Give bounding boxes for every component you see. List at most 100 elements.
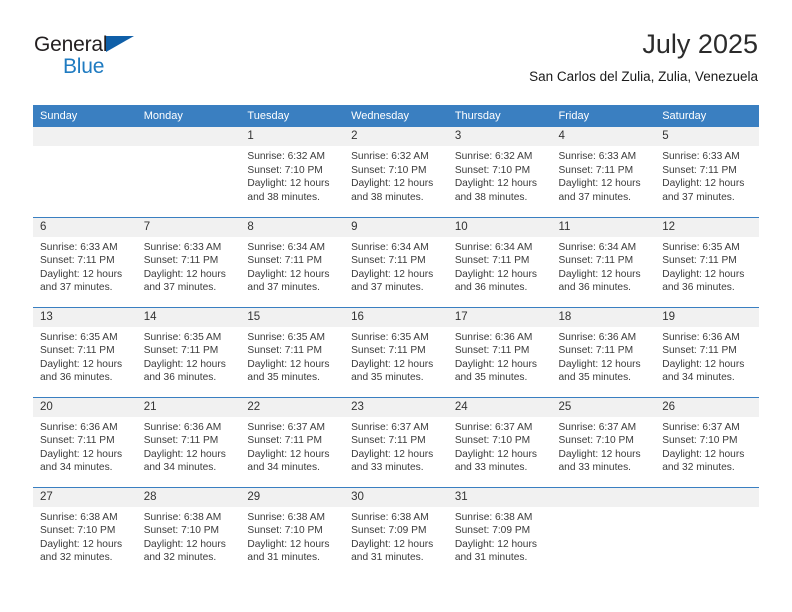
- weekday-header-sunday: Sunday: [33, 105, 137, 127]
- weekday-header-thursday: Thursday: [447, 105, 552, 127]
- day-number: [33, 127, 137, 146]
- day-details: Sunrise: 6:37 AM Sunset: 7:10 PM Daylight:…: [448, 417, 552, 475]
- day-number: 6: [33, 217, 137, 237]
- calendar-day-cell[interactable]: 22 Sunrise: 6:37 AM Sunset: 7:11 PM Dayligh…: [240, 396, 345, 487]
- calendar-day-cell[interactable]: 28 Sunrise: 6:38 AM Sunset: 7:10 PM Dayligh…: [136, 486, 241, 577]
- day-number: 15: [240, 307, 345, 327]
- calendar-day-cell[interactable]: 11 Sunrise: 6:34 AM Sunset: 7:11 PM Dayligh…: [551, 216, 656, 307]
- calendar-day-cell[interactable]: 16 Sunrise: 6:35 AM Sunset: 7:11 PM Dayligh…: [344, 306, 448, 397]
- sunrise-text: Sunrise: 6:33 AM: [558, 151, 637, 162]
- sunrise-text: Sunrise: 6:36 AM: [662, 331, 740, 343]
- calendar-day-cell[interactable]: 6 Sunrise: 6:33 AM Sunset: 7:11 PM Daylight…: [33, 216, 137, 307]
- sunrise-text: Sunrise: 6:35 AM: [351, 331, 429, 343]
- weekday-header-saturday: Saturday: [655, 105, 759, 127]
- calendar-day-cell[interactable]: 3 Sunrise: 6:32 AM Sunset: 7:10 PM Daylight…: [447, 127, 552, 217]
- daylight-text: Daylight: 12 hours and 36 minutes.: [662, 268, 745, 294]
- calendar-day-cell[interactable]: 2 Sunrise: 6:32 AM Sunset: 7:10 PM Daylight…: [344, 127, 448, 217]
- calendar-day-cell-empty: [551, 486, 656, 577]
- daylight-text: Daylight: 12 hours and 31 minutes.: [247, 538, 330, 564]
- sunset-text: Sunset: 7:10 PM: [558, 435, 634, 447]
- calendar-day-cell[interactable]: 25 Sunrise: 6:37 AM Sunset: 7:10 PM Dayligh…: [551, 396, 656, 487]
- daylight-text: Daylight: 12 hours and 31 minutes.: [351, 538, 434, 564]
- calendar-grid: Sunday Monday Tuesday Wednesday Thursday…: [33, 105, 759, 577]
- sunset-text: Sunset: 7:11 PM: [143, 345, 219, 357]
- calendar-day-cell[interactable]: 12 Sunrise: 6:35 AM Sunset: 7:11 PM Dayligh…: [655, 216, 759, 307]
- calendar-day-cell[interactable]: 4 Sunrise: 6:33 AM Sunset: 7:11 PM Daylight…: [551, 127, 656, 217]
- day-number: 25: [551, 397, 656, 417]
- sunrise-text: Sunrise: 6:35 AM: [662, 241, 740, 253]
- daylight-text: Daylight: 12 hours and 33 minutes.: [351, 448, 434, 474]
- page-subtitle: San Carlos del Zulia, Zulia, Venezuela: [529, 69, 758, 84]
- sunset-text: Sunset: 7:11 PM: [454, 345, 530, 357]
- day-number: 28: [136, 487, 241, 507]
- day-details: Sunrise: 6:32 AM Sunset: 7:10 PM Daylight:…: [344, 146, 448, 204]
- sunset-text: Sunset: 7:11 PM: [454, 255, 530, 267]
- day-number: [551, 487, 656, 507]
- general-blue-logo[interactable]: General Blue: [34, 26, 164, 78]
- sunset-text: Sunset: 7:11 PM: [143, 255, 219, 267]
- calendar-day-cell[interactable]: 26 Sunrise: 6:37 AM Sunset: 7:10 PM Dayligh…: [655, 396, 759, 487]
- calendar-day-cell[interactable]: 19 Sunrise: 6:36 AM Sunset: 7:11 PM Dayligh…: [655, 306, 759, 397]
- calendar-day-cell[interactable]: 18 Sunrise: 6:36 AM Sunset: 7:11 PM Dayligh…: [551, 306, 656, 397]
- calendar-day-cell[interactable]: 29 Sunrise: 6:38 AM Sunset: 7:10 PM Dayligh…: [240, 486, 345, 577]
- calendar-week-row: 20 Sunrise: 6:36 AM Sunset: 7:11 PM Dayligh…: [33, 396, 759, 487]
- sunset-text: Sunset: 7:11 PM: [558, 255, 634, 267]
- day-number: 24: [447, 397, 552, 417]
- daylight-text: Daylight: 12 hours and 37 minutes.: [662, 178, 745, 203]
- day-number: 18: [551, 307, 656, 327]
- calendar-day-cell[interactable]: 5 Sunrise: 6:33 AM Sunset: 7:11 PM Daylight…: [655, 127, 759, 217]
- sunrise-text: Sunrise: 6:36 AM: [558, 331, 637, 343]
- calendar-day-cell[interactable]: 17 Sunrise: 6:36 AM Sunset: 7:11 PM Dayligh…: [447, 306, 552, 397]
- sunset-text: Sunset: 7:11 PM: [351, 435, 426, 447]
- calendar-day-cell[interactable]: 27 Sunrise: 6:38 AM Sunset: 7:10 PM Dayligh…: [33, 486, 137, 577]
- sunrise-text: Sunrise: 6:36 AM: [454, 331, 533, 343]
- calendar-day-cell[interactable]: 24 Sunrise: 6:37 AM Sunset: 7:10 PM Dayligh…: [447, 396, 552, 487]
- day-number: 10: [447, 217, 552, 237]
- calendar-day-cell[interactable]: 21 Sunrise: 6:36 AM Sunset: 7:11 PM Dayligh…: [136, 396, 241, 487]
- day-details: Sunrise: 6:37 AM Sunset: 7:11 PM Daylight:…: [240, 417, 344, 475]
- calendar-day-cell-empty: [655, 486, 759, 577]
- day-number: 19: [655, 307, 759, 327]
- calendar-day-cell[interactable]: 8 Sunrise: 6:34 AM Sunset: 7:11 PM Daylight…: [240, 216, 345, 307]
- calendar-day-cell[interactable]: 15 Sunrise: 6:35 AM Sunset: 7:11 PM Dayligh…: [240, 306, 345, 397]
- calendar-day-cell[interactable]: 9 Sunrise: 6:34 AM Sunset: 7:11 PM Daylight…: [344, 216, 448, 307]
- daylight-text: Daylight: 12 hours and 34 minutes.: [247, 448, 330, 474]
- daylight-text: Daylight: 12 hours and 37 minutes.: [558, 178, 641, 203]
- weekday-header-tuesday: Tuesday: [240, 105, 345, 127]
- day-details: Sunrise: 6:33 AM Sunset: 7:11 PM Daylight:…: [655, 146, 759, 204]
- calendar-day-cell[interactable]: 7 Sunrise: 6:33 AM Sunset: 7:11 PM Daylight…: [136, 216, 241, 307]
- calendar-day-cell[interactable]: 10 Sunrise: 6:34 AM Sunset: 7:11 PM Dayligh…: [447, 216, 552, 307]
- day-details: Sunrise: 6:38 AM Sunset: 7:10 PM Daylight:…: [240, 507, 344, 565]
- calendar-day-cell[interactable]: 13 Sunrise: 6:35 AM Sunset: 7:11 PM Dayligh…: [33, 306, 137, 397]
- day-details: Sunrise: 6:35 AM Sunset: 7:11 PM Daylight:…: [33, 327, 137, 385]
- day-number: 12: [655, 217, 759, 237]
- day-number: 27: [33, 487, 137, 507]
- calendar-day-cell[interactable]: 1 Sunrise: 6:32 AM Sunset: 7:10 PM Daylight…: [240, 127, 345, 217]
- sunrise-text: Sunrise: 6:38 AM: [40, 511, 118, 523]
- daylight-text: Daylight: 12 hours and 33 minutes.: [558, 448, 641, 474]
- sunrise-text: Sunrise: 6:38 AM: [143, 511, 222, 523]
- sunrise-text: Sunrise: 6:38 AM: [247, 511, 325, 523]
- daylight-text: Daylight: 12 hours and 36 minutes.: [454, 268, 537, 294]
- day-details: Sunrise: 6:32 AM Sunset: 7:10 PM Daylight:…: [240, 146, 344, 204]
- sunset-text: Sunset: 7:11 PM: [662, 345, 737, 357]
- calendar-day-cell[interactable]: 23 Sunrise: 6:37 AM Sunset: 7:11 PM Dayligh…: [344, 396, 448, 487]
- day-details: Sunrise: 6:33 AM Sunset: 7:11 PM Daylight:…: [137, 237, 241, 295]
- calendar-day-cell[interactable]: 30 Sunrise: 6:38 AM Sunset: 7:09 PM Dayligh…: [344, 486, 448, 577]
- sunset-text: Sunset: 7:11 PM: [40, 345, 115, 357]
- calendar-day-cell[interactable]: 20 Sunrise: 6:36 AM Sunset: 7:11 PM Dayligh…: [33, 396, 137, 487]
- day-details: Sunrise: 6:34 AM Sunset: 7:11 PM Daylight:…: [240, 237, 344, 295]
- day-details: Sunrise: 6:33 AM Sunset: 7:11 PM Daylight:…: [552, 146, 656, 204]
- calendar-day-cell[interactable]: 31 Sunrise: 6:38 AM Sunset: 7:09 PM Dayligh…: [447, 486, 552, 577]
- day-number: 17: [447, 307, 552, 327]
- calendar-day-cell[interactable]: 14 Sunrise: 6:35 AM Sunset: 7:11 PM Dayligh…: [136, 306, 241, 397]
- day-details: Sunrise: 6:36 AM Sunset: 7:11 PM Daylight:…: [33, 417, 137, 475]
- calendar-week-row: 6 Sunrise: 6:33 AM Sunset: 7:11 PM Daylight…: [33, 216, 759, 307]
- sunset-text: Sunset: 7:11 PM: [558, 345, 634, 357]
- calendar-week-row: 1 Sunrise: 6:32 AM Sunset: 7:10 PM Daylight…: [33, 127, 759, 217]
- daylight-text: Daylight: 12 hours and 38 minutes.: [247, 178, 330, 203]
- sunset-text: Sunset: 7:11 PM: [662, 164, 737, 176]
- daylight-text: Daylight: 12 hours and 36 minutes.: [40, 358, 123, 384]
- sunset-text: Sunset: 7:10 PM: [662, 435, 738, 447]
- daylight-text: Daylight: 12 hours and 37 minutes.: [143, 268, 226, 294]
